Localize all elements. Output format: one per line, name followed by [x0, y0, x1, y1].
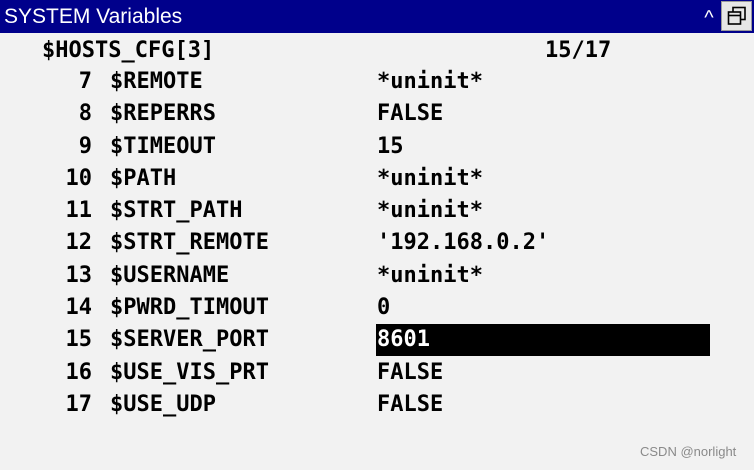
- variable-value[interactable]: FALSE: [377, 389, 443, 421]
- caret-up-icon[interactable]: ^: [698, 3, 720, 29]
- variable-list: 7 $REMOTE *uninit* 8 $REPERRS FALSE 9 $TIMEOUT 1…: [0, 66, 754, 421]
- restore-window-icon: [727, 6, 746, 25]
- position-indicator: 15/17: [545, 38, 612, 63]
- variable-name: $USE_UDP: [110, 391, 216, 417]
- variable-row[interactable]: 8 $REPERRS FALSE: [0, 98, 754, 130]
- variable-name: $SERVER_PORT: [110, 327, 269, 353]
- variable-name: $USERNAME: [110, 262, 230, 288]
- variable-name: $TIMEOUT: [110, 133, 216, 159]
- restore-window-button[interactable]: [721, 1, 752, 31]
- variable-value[interactable]: *uninit*: [377, 66, 483, 98]
- variable-value[interactable]: FALSE: [377, 98, 443, 130]
- variable-name: $PWRD_TIMOUT: [110, 295, 269, 321]
- watermark: CSDN @norlight: [640, 444, 737, 459]
- variable-number: 14: [65, 295, 93, 321]
- variable-value-selected[interactable]: 8601: [376, 324, 710, 357]
- variable-row[interactable]: 15 $SERVER_PORT 8601: [0, 324, 754, 357]
- variable-number: 12: [65, 230, 93, 256]
- variable-name: $REMOTE: [110, 69, 203, 94]
- variable-number: 16: [65, 359, 93, 385]
- variable-name: $REPERRS: [110, 101, 216, 127]
- variable-value[interactable]: FALSE: [377, 357, 443, 389]
- variable-row[interactable]: 9 $TIMEOUT 15: [0, 131, 754, 163]
- variable-name: $USE_VIS_PRT: [110, 359, 269, 385]
- variable-number: 11: [65, 198, 93, 224]
- variable-name: $STRT_PATH: [110, 198, 243, 224]
- variable-header: $HOSTS_CFG[3] 15/17: [0, 35, 754, 67]
- variable-number: 7: [78, 69, 92, 94]
- window-title: SYSTEM Variables: [4, 5, 183, 28]
- variable-number: 9: [78, 133, 92, 159]
- title-bar: SYSTEM Variables ^: [0, 0, 754, 33]
- variable-value[interactable]: 0: [377, 292, 390, 324]
- variable-row[interactable]: 16 $USE_VIS_PRT FALSE: [0, 357, 754, 389]
- variable-row[interactable]: 17 $USE_UDP FALSE: [0, 389, 754, 421]
- variable-name: $STRT_REMOTE: [110, 230, 269, 256]
- variable-row[interactable]: 14 $PWRD_TIMOUT 0: [0, 292, 754, 324]
- variable-number: 10: [65, 165, 93, 191]
- variable-number: 15: [65, 327, 93, 353]
- variable-number: 17: [65, 391, 93, 417]
- variable-row[interactable]: 12 $STRT_REMOTE '192.168.0.2': [0, 227, 754, 259]
- variable-value[interactable]: *uninit*: [377, 163, 483, 195]
- variable-value[interactable]: 15: [377, 131, 404, 163]
- system-variables-window: SYSTEM Variables ^ $HOSTS_CFG[3] 15/17 7…: [0, 0, 754, 470]
- variable-number: 13: [65, 262, 93, 288]
- variable-row[interactable]: 7 $REMOTE *uninit*: [0, 66, 754, 98]
- variable-row[interactable]: 10 $PATH *uninit*: [0, 163, 754, 195]
- variable-value[interactable]: *uninit*: [377, 260, 483, 292]
- variable-value[interactable]: '192.168.0.2': [377, 227, 549, 259]
- variable-number: 8: [78, 101, 92, 127]
- variable-row[interactable]: 11 $STRT_PATH *uninit*: [0, 195, 754, 227]
- variable-name: $PATH: [110, 165, 177, 191]
- variable-row[interactable]: 13 $USERNAME *uninit*: [0, 260, 754, 292]
- variable-path: $HOSTS_CFG[3]: [42, 38, 215, 63]
- variable-value[interactable]: *uninit*: [377, 195, 483, 227]
